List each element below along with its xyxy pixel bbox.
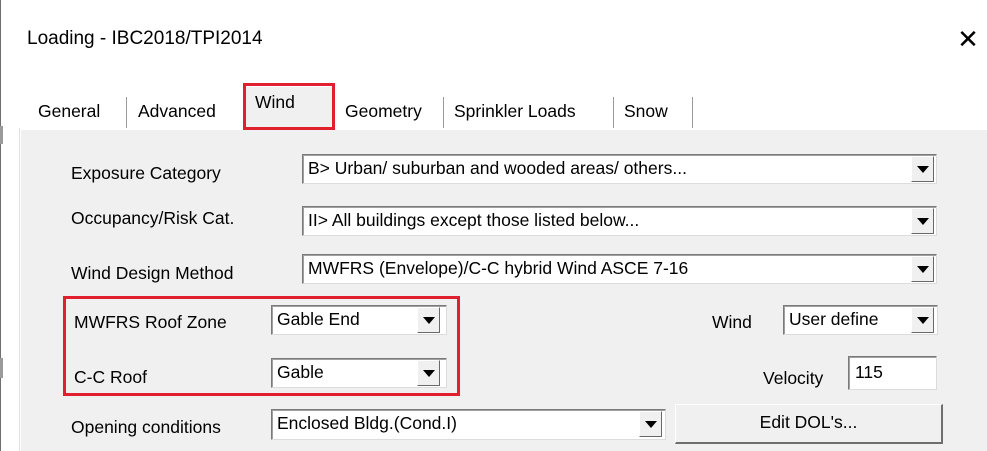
mwfrs-roof-zone-label: MWFRS Roof Zone — [74, 312, 227, 332]
wind-dropdown-button[interactable] — [911, 307, 934, 333]
opening-conditions-label: Opening conditions — [71, 417, 221, 437]
opening-dropdown-button[interactable] — [639, 411, 662, 437]
opening-conditions-value: Enclosed Bldg.(Cond.I) — [277, 413, 457, 433]
cc-roof-label: C-C Roof — [74, 367, 147, 387]
close-icon[interactable]: ✕ — [952, 22, 984, 56]
tab-geometry[interactable]: Geometry — [338, 93, 429, 129]
exposure-dropdown-button[interactable] — [911, 156, 934, 182]
occupancy-label: Occupancy/Risk Cat. — [71, 208, 235, 228]
chevron-down-icon — [422, 316, 435, 324]
tab-separator — [126, 97, 128, 128]
tab-separator — [692, 97, 694, 128]
window-edge-mark — [0, 126, 3, 144]
wind-design-method-value: MWFRS (Envelope)/C-C hybrid Wind ASCE 7-… — [308, 258, 689, 278]
chevron-down-icon — [916, 265, 929, 273]
mwfrs-roof-zone-value: Gable End — [277, 309, 360, 329]
tab-sprinkler-loads[interactable]: Sprinkler Loads — [447, 93, 583, 129]
chevron-down-icon — [422, 369, 435, 377]
wind-design-dropdown-button[interactable] — [911, 256, 934, 282]
exposure-category-label: Exposure Category — [71, 163, 221, 183]
occupancy-dropdown-button[interactable] — [911, 208, 934, 234]
edit-dols-button[interactable]: Edit DOL's... — [675, 404, 943, 444]
tab-snow[interactable]: Snow — [617, 93, 675, 129]
velocity-input[interactable]: 115 — [848, 356, 937, 390]
exposure-category-value: B> Urban/ suburban and wooded areas/ oth… — [308, 158, 687, 178]
chevron-down-icon — [916, 316, 929, 324]
tab-advanced[interactable]: Advanced — [131, 93, 223, 129]
occupancy-select[interactable]: II> All buildings except those listed be… — [302, 206, 937, 236]
wind-value: User define — [789, 309, 879, 329]
chevron-down-icon — [644, 420, 657, 428]
occupancy-value: II> All buildings except those listed be… — [308, 210, 640, 230]
mwfrs-dropdown-button[interactable] — [417, 307, 440, 333]
window-edge-mark — [0, 358, 3, 378]
window-left-edge — [0, 0, 1, 451]
tab-general[interactable]: General — [31, 93, 107, 129]
chevron-down-icon — [916, 165, 929, 173]
window-title: Loading - IBC2018/TPI2014 — [27, 28, 263, 49]
wind-design-method-label: Wind Design Method — [71, 263, 234, 283]
tab-wind[interactable]: Wind — [243, 86, 335, 129]
opening-conditions-select[interactable]: Enclosed Bldg.(Cond.I) — [271, 409, 666, 440]
chevron-down-icon — [916, 217, 929, 225]
cc-roof-dropdown-button[interactable] — [417, 360, 440, 386]
cc-roof-value: Gable — [277, 362, 324, 382]
velocity-label: Velocity — [763, 368, 824, 388]
tab-separator — [443, 97, 445, 128]
wind-label: Wind — [712, 312, 752, 332]
tab-separator — [613, 97, 615, 128]
wind-design-method-select[interactable]: MWFRS (Envelope)/C-C hybrid Wind ASCE 7-… — [302, 254, 937, 284]
exposure-category-select[interactable]: B> Urban/ suburban and wooded areas/ oth… — [302, 154, 937, 184]
